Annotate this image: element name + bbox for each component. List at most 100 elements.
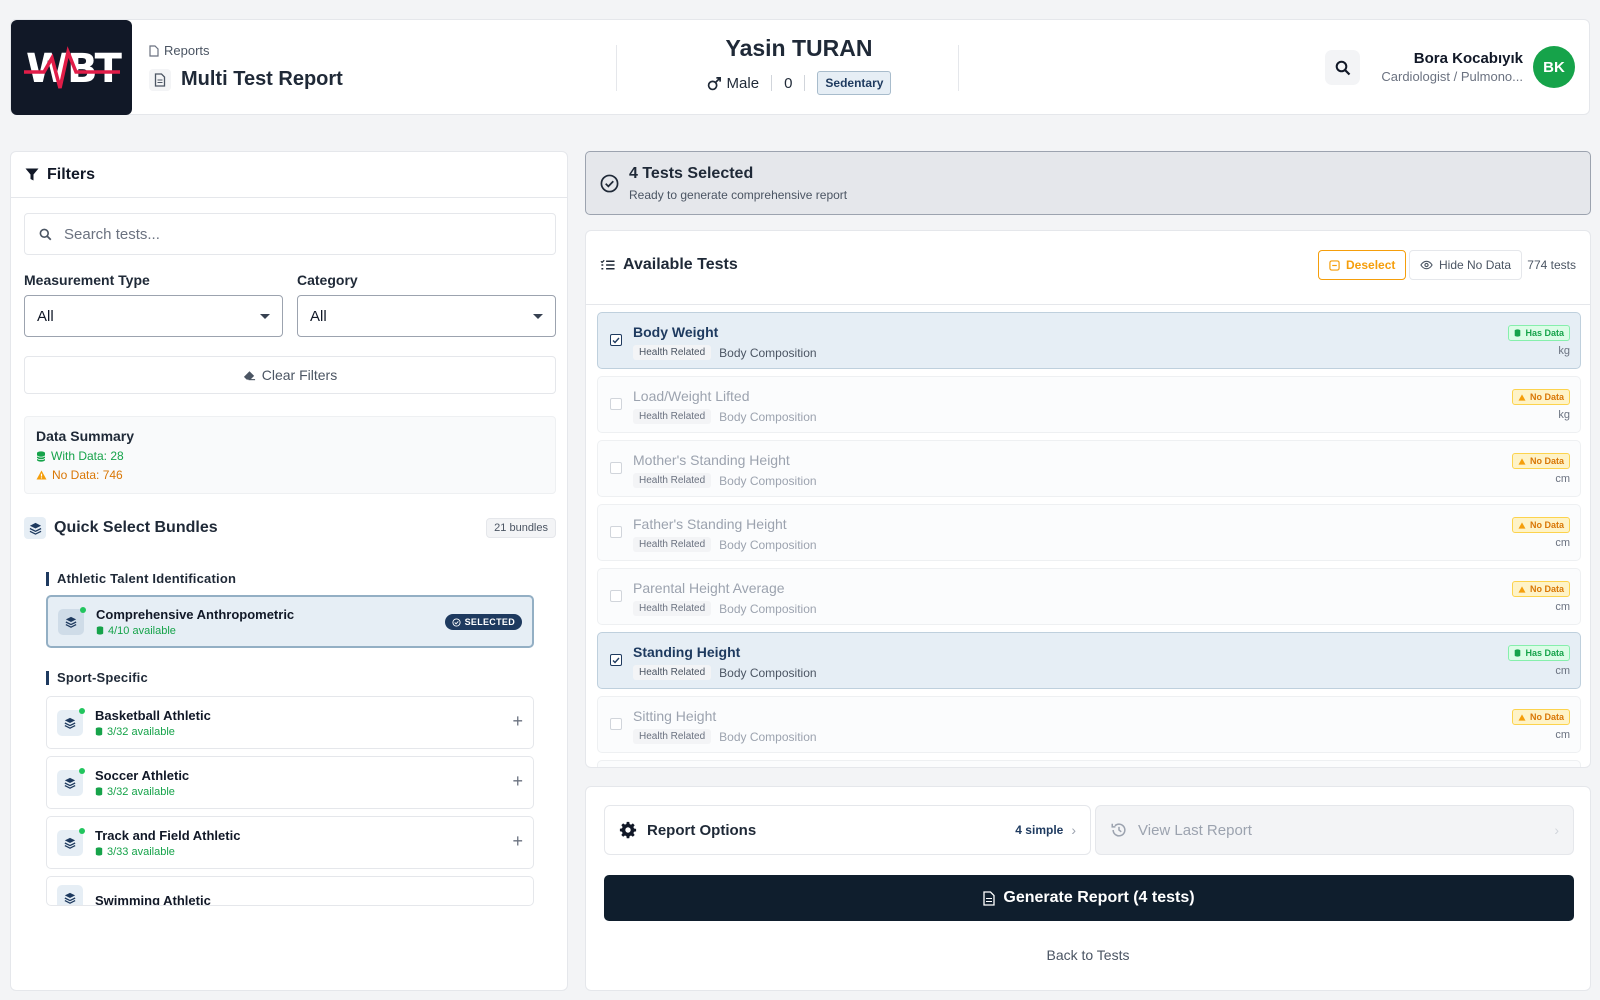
filters-panel: Filters Measurement Type All Category Al… xyxy=(10,151,568,991)
filters-title: Filters xyxy=(47,165,96,183)
bundles-count: 21 bundles xyxy=(486,518,556,538)
test-tag: Health Related xyxy=(633,345,712,360)
page-title: Multi Test Report xyxy=(181,68,343,90)
view-last-report-button[interactable]: View Last Report › xyxy=(1095,805,1574,855)
layers-icon xyxy=(57,827,85,856)
wbt-logo[interactable]: WBT xyxy=(11,20,132,115)
selected-badge: SELECTED xyxy=(444,614,522,630)
check-icon xyxy=(612,657,620,664)
test-row[interactable]: Load/Weight Lifted Health Related Body Co… xyxy=(597,376,1581,433)
test-name: Parental Height Average xyxy=(633,580,785,596)
status-badge: No Data xyxy=(1511,453,1570,469)
patient-gender-label: Male xyxy=(726,74,760,92)
bundle-availability: 3/33 available xyxy=(95,846,240,858)
search-input[interactable] xyxy=(64,225,524,243)
status-badge: No Data xyxy=(1511,517,1570,533)
selection-banner: 4 Tests Selected Ready to generate compr… xyxy=(585,151,1591,215)
tests-header: Available Tests Deselect Hide No Data 77… xyxy=(586,231,1590,305)
test-checkbox[interactable] xyxy=(610,718,622,730)
test-row[interactable]: Sitting Height Health Related Body Compos… xyxy=(597,696,1581,753)
test-checkbox[interactable] xyxy=(610,334,622,346)
bundle-availability: 3/32 available xyxy=(95,726,211,738)
report-options-button[interactable]: Report Options 4 simple › xyxy=(604,805,1091,855)
summary-no-data: No Data: 746 xyxy=(36,468,544,482)
header-divider xyxy=(616,45,617,91)
warning-icon xyxy=(36,470,47,480)
search-field[interactable] xyxy=(24,213,556,255)
measurement-type-value: All xyxy=(37,307,54,325)
status-badge: No Data xyxy=(1511,709,1570,725)
view-last-report-label: View Last Report xyxy=(1138,821,1252,839)
checklist-icon xyxy=(600,259,615,270)
test-checkbox[interactable] xyxy=(610,526,622,538)
test-category: Body Composition xyxy=(719,729,817,744)
hide-no-data-button[interactable]: Hide No Data xyxy=(1409,250,1523,280)
selection-title: 4 Tests Selected xyxy=(629,165,754,182)
generate-report-button[interactable]: Generate Report (4 tests) xyxy=(604,875,1574,921)
meta-divider xyxy=(804,75,806,91)
clear-filters-button[interactable]: Clear Filters xyxy=(24,356,556,394)
test-checkbox[interactable] xyxy=(610,654,622,666)
test-tag: Health Related xyxy=(633,729,712,744)
database-icon xyxy=(1515,329,1521,337)
user-info[interactable]: Bora Kocabıyık Cardiologist / Pulmono... xyxy=(1381,50,1523,84)
history-icon xyxy=(1111,823,1126,837)
patient-name: Yasin TURAN xyxy=(725,35,873,61)
bundle-swimming-athletic[interactable]: Swimming Athletic xyxy=(46,876,534,906)
test-row[interactable]: Standing Height Health Related Body Compo… xyxy=(597,632,1581,689)
test-name: Body Weight xyxy=(633,324,719,340)
chevron-right-icon: › xyxy=(1071,822,1076,838)
male-icon xyxy=(707,76,721,90)
test-category: Body Composition xyxy=(719,473,817,488)
category-select[interactable]: All xyxy=(297,295,556,337)
document-icon xyxy=(149,44,159,57)
bundle-name: Track and Field Athletic xyxy=(95,827,241,843)
test-checkbox[interactable] xyxy=(610,590,622,602)
layers-icon xyxy=(57,885,83,905)
bundle-soccer-athletic[interactable]: Soccer Athletic 3/32 available + xyxy=(46,756,534,809)
test-category: Body Composition xyxy=(719,665,817,680)
plus-icon[interactable]: + xyxy=(512,771,523,792)
measurement-type-select[interactable]: All xyxy=(24,295,283,337)
bundle-availability: 3/32 available xyxy=(95,786,189,798)
plus-icon[interactable]: + xyxy=(512,711,523,732)
bundle-group-title: Athletic Talent Identification xyxy=(46,572,236,586)
database-icon xyxy=(36,450,46,462)
check-circle-icon xyxy=(600,174,619,193)
availability-dot xyxy=(79,827,85,834)
breadcrumb-reports[interactable]: Reports xyxy=(164,43,210,58)
plus-icon[interactable]: + xyxy=(512,831,523,852)
test-unit: cm xyxy=(1555,665,1570,677)
test-unit: cm xyxy=(1555,729,1570,741)
breadcrumb[interactable]: Reports xyxy=(149,43,210,58)
test-row[interactable]: Father's Standing Height Health Related B… xyxy=(597,504,1581,561)
report-actions-card: Report Options 4 simple › View Last Repo… xyxy=(585,786,1591,991)
minus-square-icon xyxy=(1329,259,1340,271)
status-badge: No Data xyxy=(1511,581,1570,597)
bundle-track-and-field-athletic[interactable]: Track and Field Athletic 3/33 available … xyxy=(46,816,534,869)
category-value: All xyxy=(310,307,327,325)
bundle-comprehensive-anthropometric[interactable]: Comprehensive Anthropometric 4/10 availa… xyxy=(46,595,534,648)
avatar[interactable]: BK xyxy=(1533,46,1575,88)
test-row[interactable]: Mother's Standing Height Health Related B… xyxy=(597,440,1581,497)
test-tag: Health Related xyxy=(633,409,712,424)
bundle-basketball-athletic[interactable]: Basketball Athletic 3/32 available + xyxy=(46,696,534,749)
warning-icon xyxy=(1518,713,1526,721)
layers-icon xyxy=(57,767,85,796)
test-row[interactable]: Body Weight Health Related Body Compositi… xyxy=(597,312,1581,369)
test-checkbox[interactable] xyxy=(610,462,622,474)
deselect-button[interactable]: Deselect xyxy=(1318,250,1407,280)
search-icon xyxy=(39,228,52,240)
bundles-title: Quick Select Bundles xyxy=(54,519,218,536)
test-name: Load/Weight Lifted xyxy=(633,388,750,404)
test-row[interactable]: Parental Height Average Health Related Bo… xyxy=(597,568,1581,625)
back-to-tests-link[interactable]: Back to Tests xyxy=(586,947,1590,963)
test-checkbox[interactable] xyxy=(610,398,622,410)
bundle-group-title: Sport-Specific xyxy=(46,671,148,685)
clear-filters-label: Clear Filters xyxy=(261,367,338,383)
test-row[interactable] xyxy=(597,760,1581,767)
eraser-icon xyxy=(243,371,255,381)
filters-header: Filters xyxy=(11,152,567,198)
warning-icon xyxy=(1518,393,1526,401)
search-button[interactable] xyxy=(1325,50,1360,85)
